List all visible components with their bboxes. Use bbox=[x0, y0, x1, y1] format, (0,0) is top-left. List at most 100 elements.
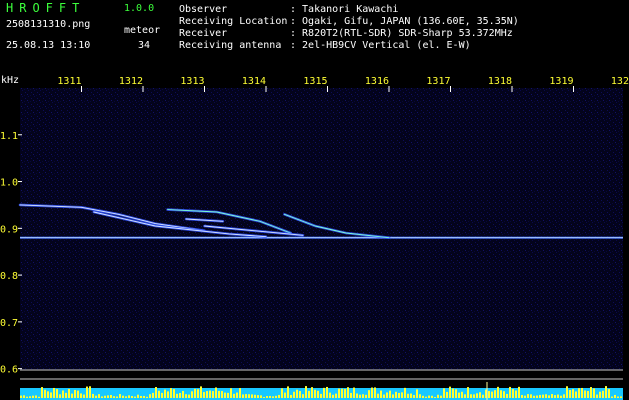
signal-level-bar bbox=[467, 387, 469, 398]
signal-level-bar bbox=[50, 392, 52, 398]
receiver-label: Receiver bbox=[179, 28, 228, 39]
signal-level-bar bbox=[74, 389, 76, 398]
signal-level-bar bbox=[143, 395, 145, 398]
signal-level-bar bbox=[341, 388, 343, 398]
signal-level-bar bbox=[44, 389, 46, 398]
antenna-label: Receiving antenna bbox=[179, 40, 282, 51]
signal-level-bar bbox=[536, 395, 538, 398]
signal-level-bar bbox=[413, 394, 415, 398]
signal-level-bar bbox=[329, 392, 331, 398]
signal-level-bar bbox=[344, 389, 346, 398]
signal-level-bar bbox=[356, 393, 358, 398]
signal-level-bar bbox=[164, 389, 166, 398]
signal-level-bar bbox=[440, 395, 442, 398]
signal-level-bar bbox=[545, 394, 547, 398]
signal-level-bar bbox=[269, 395, 271, 398]
signal-level-bar bbox=[584, 390, 586, 398]
signal-level-bar bbox=[179, 392, 181, 398]
signal-level-bar bbox=[167, 391, 169, 398]
signal-level-bar bbox=[47, 391, 49, 398]
signal-level-bar bbox=[398, 392, 400, 398]
signal-level-bar bbox=[365, 394, 367, 398]
signal-level-bar bbox=[68, 388, 70, 398]
signal-level-bar bbox=[401, 392, 403, 398]
signal-level-bar bbox=[518, 386, 520, 398]
signal-level-bar bbox=[251, 394, 253, 398]
meteor-label: meteor bbox=[124, 25, 161, 36]
signal-level-bar bbox=[266, 396, 268, 398]
y-tick-label: 0.8 bbox=[0, 271, 18, 282]
signal-level-bar bbox=[554, 395, 556, 398]
signal-level-bar bbox=[65, 392, 67, 398]
signal-level-bar bbox=[560, 395, 562, 398]
signal-level-bar bbox=[20, 395, 22, 398]
signal-level-bar bbox=[161, 392, 163, 398]
signal-level-bar bbox=[326, 386, 328, 398]
signal-level-bar bbox=[236, 392, 238, 398]
signal-level-bar bbox=[458, 392, 460, 398]
signal-level-bar bbox=[32, 395, 34, 398]
signal-level-bar bbox=[422, 395, 424, 398]
signal-level-bar bbox=[557, 394, 559, 398]
signal-level-bar bbox=[368, 390, 370, 398]
signal-level-bar bbox=[563, 394, 565, 398]
signal-level-bar bbox=[311, 387, 313, 398]
signal-level-bar bbox=[548, 395, 550, 398]
signal-level-bar bbox=[392, 394, 394, 398]
signal-level-bar bbox=[416, 389, 418, 398]
app-version: 1.0.0 bbox=[124, 3, 155, 14]
signal-level-bar bbox=[140, 395, 142, 398]
signal-level-bar bbox=[152, 392, 154, 398]
signal-level-bar bbox=[452, 388, 454, 398]
signal-level-bar bbox=[188, 394, 190, 398]
signal-level-bar bbox=[185, 394, 187, 398]
signal-level-bar bbox=[233, 393, 235, 398]
signal-level-bar bbox=[260, 395, 262, 398]
signal-level-bar bbox=[230, 388, 232, 398]
signal-level-bar bbox=[227, 392, 229, 398]
x-tick-label: 1312 bbox=[119, 76, 143, 87]
signal-level-bar bbox=[257, 395, 259, 398]
spectrogram-panel: kHz 1311 1312 1313 1314 1315 1316 1317 1318 1319 1… bbox=[0, 72, 629, 400]
signal-level-bar bbox=[437, 394, 439, 398]
signal-level-bar bbox=[335, 393, 337, 398]
signal-level-bar bbox=[449, 386, 451, 398]
spectrogram-noise-field bbox=[20, 88, 623, 370]
signal-level-bar bbox=[614, 394, 616, 398]
signal-level-bar bbox=[353, 387, 355, 398]
signal-level-bar bbox=[293, 391, 295, 398]
spectrogram: kHz 1311 1312 1313 1314 1315 1316 1317 1318 1319 1… bbox=[0, 72, 629, 400]
y-tick-label: 0.9 bbox=[0, 224, 18, 235]
signal-level-bar bbox=[89, 386, 91, 398]
x-tick-label: 1318 bbox=[488, 76, 512, 87]
signal-level-bar bbox=[509, 386, 511, 398]
signal-level-bar bbox=[497, 386, 499, 398]
signal-level-bar bbox=[593, 388, 595, 398]
signal-level-bar bbox=[425, 396, 427, 398]
signal-level-bar bbox=[104, 395, 106, 398]
signal-level-bar bbox=[602, 390, 604, 398]
signal-level-bar bbox=[608, 389, 610, 398]
signal-level-bar bbox=[194, 388, 196, 398]
signal-level-bar bbox=[254, 394, 256, 398]
signal-level-bar bbox=[137, 394, 139, 398]
signal-level-bar bbox=[479, 392, 481, 398]
x-tick-label: 1316 bbox=[365, 76, 389, 87]
signal-level-bar bbox=[125, 396, 127, 398]
y-tick-label: 0.6 bbox=[0, 365, 18, 376]
signal-level-bar bbox=[191, 391, 193, 398]
signal-level-bar bbox=[362, 394, 364, 398]
signal-level-bar bbox=[338, 388, 340, 398]
signal-level-bar bbox=[155, 387, 157, 398]
signal-level-bar bbox=[302, 394, 304, 398]
signal-level-bar bbox=[92, 393, 94, 398]
observer-label: Observer bbox=[179, 4, 228, 15]
signal-level-bar bbox=[224, 392, 226, 398]
location-value: : Ogaki, Gifu, JAPAN (136.60E, 35.35N) bbox=[290, 16, 519, 27]
x-tick-label: 1311 bbox=[57, 76, 81, 87]
signal-level-bar bbox=[476, 393, 478, 398]
signal-level-bar bbox=[284, 392, 286, 398]
observer-value: : Takanori Kawachi bbox=[290, 4, 399, 15]
x-tick-label: 1313 bbox=[180, 76, 204, 87]
signal-level-bar bbox=[101, 396, 103, 398]
